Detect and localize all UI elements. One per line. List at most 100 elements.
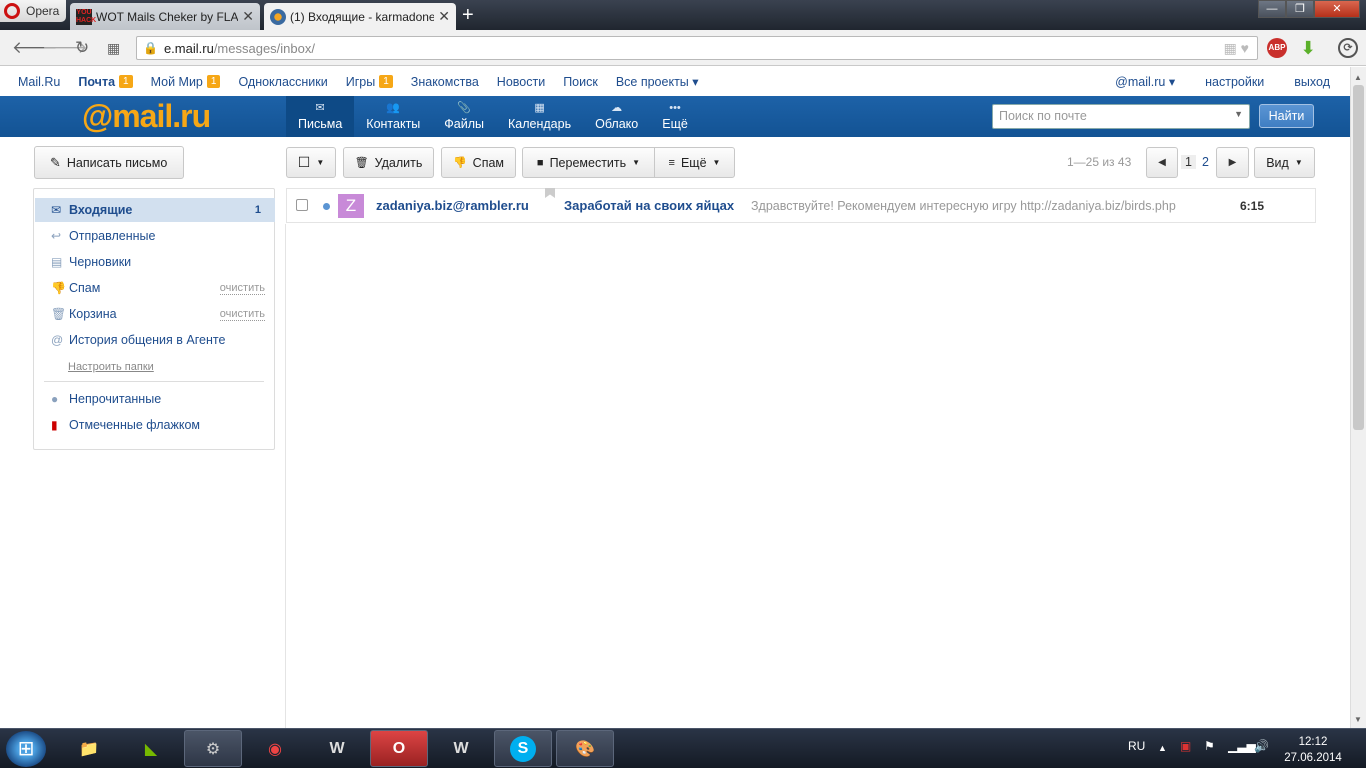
- skype-icon[interactable]: S: [494, 730, 552, 767]
- unread-dot-icon[interactable]: [323, 203, 330, 210]
- action-center-flag-icon[interactable]: ⚑: [1204, 739, 1215, 753]
- opera-taskbar-icon[interactable]: O: [370, 730, 428, 767]
- tab-letters[interactable]: ✉ Письма: [286, 96, 355, 137]
- portal-link-myworld[interactable]: Мой Мир 1: [151, 75, 221, 89]
- portal-link-mailru[interactable]: Mail.Ru: [18, 75, 60, 89]
- cloud-icon: ☁: [611, 102, 623, 114]
- tab-files[interactable]: 📎 Файлы: [432, 96, 496, 137]
- drafts-icon: ▤: [51, 255, 63, 269]
- url-field[interactable]: 🔒 e.mail.ru/messages/inbox/ ▦ ♥: [136, 36, 1258, 60]
- folder-inbox[interactable]: ✉ Входящие 1: [35, 198, 275, 222]
- portal-link-news[interactable]: Новости: [497, 75, 545, 89]
- spam-button[interactable]: 👎 Спам: [441, 147, 516, 178]
- download-arrow-icon[interactable]: ⬇: [1298, 38, 1318, 58]
- filter-flagged[interactable]: ▮ Отмеченные флажком: [35, 413, 275, 437]
- opera-logo-icon: [4, 3, 20, 19]
- setup-folders-link[interactable]: Настроить папки: [68, 361, 154, 373]
- reload-icon[interactable]: ↻: [75, 38, 89, 58]
- settings-link[interactable]: настройки: [1205, 74, 1264, 89]
- system-clock[interactable]: 12:12 27.06.2014: [1282, 734, 1344, 766]
- folder-agent-history[interactable]: @ История общения в Агенте: [35, 328, 275, 352]
- world-of-tanks-icon[interactable]: W: [432, 730, 490, 767]
- volume-icon[interactable]: 🔊: [1254, 739, 1269, 753]
- portal-link-dating[interactable]: Знакомства: [411, 75, 479, 89]
- portal-link-label: Мой Мир: [150, 74, 203, 89]
- folder-sent[interactable]: ↩ Отправленные: [35, 224, 275, 248]
- opera-download-icon[interactable]: ⟳: [1338, 38, 1358, 58]
- language-indicator[interactable]: RU: [1128, 739, 1145, 753]
- page-number-link[interactable]: 2: [1202, 155, 1209, 169]
- chrome-icon[interactable]: ◉: [246, 730, 304, 767]
- portal-link-ok[interactable]: Одноклассники: [238, 75, 327, 89]
- folder-trash[interactable]: 🗑 Корзина очистить: [35, 302, 275, 326]
- network-signal-icon[interactable]: ▁▃▅: [1228, 739, 1256, 753]
- spam-label: Спам: [472, 155, 505, 170]
- next-page-button[interactable]: ▶: [1216, 147, 1249, 178]
- delete-button[interactable]: 🗑 Удалить: [343, 147, 434, 178]
- bookmark-heart-icon[interactable]: ▦ ♥: [1224, 40, 1249, 57]
- tab-more[interactable]: ••• Ещё: [650, 96, 700, 137]
- windows-start-icon[interactable]: ⊞: [6, 731, 46, 767]
- tab-cloud[interactable]: ☁ Облако: [583, 96, 650, 137]
- paperclip-icon: 📎: [457, 102, 471, 114]
- search-button[interactable]: Найти: [1259, 104, 1314, 128]
- close-window-icon[interactable]: ✕: [1314, 0, 1360, 18]
- inbox-icon: ✉: [51, 203, 62, 217]
- chevron-down-icon: ▼: [316, 158, 325, 167]
- counter-badge: 1: [206, 75, 221, 88]
- portal-link-label: Знакомства: [410, 74, 479, 89]
- folder-label: История общения в Агенте: [69, 333, 226, 347]
- page-range-info: 1—25 из 43: [1067, 155, 1132, 169]
- speed-dial-grid-icon[interactable]: ▦: [107, 38, 120, 58]
- explorer-folder-icon[interactable]: 📁: [60, 730, 118, 767]
- page-scrollbar[interactable]: ▲ ▼: [1350, 67, 1366, 728]
- close-tab-icon[interactable]: ✕: [438, 8, 450, 25]
- browser-tab-wot[interactable]: YOU HACK WOT Mails Cheker by FLAME ✕: [70, 3, 260, 30]
- tab-calendar[interactable]: ▦ Календарь: [496, 96, 583, 137]
- folder-drafts[interactable]: ▤ Черновики: [35, 250, 275, 274]
- maximize-icon[interactable]: ❐: [1286, 0, 1314, 18]
- opera-menu-button[interactable]: Opera: [0, 0, 66, 22]
- portal-link-mail[interactable]: Почта 1: [78, 75, 133, 89]
- adblock-plus-icon[interactable]: ABP: [1267, 38, 1287, 58]
- search-placeholder: Поиск по почте: [999, 109, 1087, 123]
- sent-icon: ↩: [51, 229, 62, 243]
- paint-icon[interactable]: 🎨: [556, 730, 614, 767]
- browser-tab-mail[interactable]: (1) Входящие - karmadone@mail.ru ✕: [264, 3, 456, 30]
- scrollbar-thumb[interactable]: [1353, 85, 1364, 430]
- minimize-icon[interactable]: —: [1258, 0, 1286, 18]
- clear-trash-link[interactable]: очистить: [219, 308, 265, 321]
- compose-button[interactable]: ✎ Написать письмо: [34, 146, 184, 179]
- logout-link[interactable]: выход: [1294, 74, 1330, 89]
- tab-contacts[interactable]: 👥 Контакты: [354, 96, 432, 137]
- new-tab-button[interactable]: +: [462, 4, 474, 26]
- message-row[interactable]: Z zadaniya.biz@rambler.ru Заработай на с…: [286, 188, 1316, 224]
- nvidia-icon[interactable]: ◣: [122, 730, 180, 767]
- close-tab-icon[interactable]: ✕: [242, 8, 254, 25]
- tray-expand-icon[interactable]: ▲: [1158, 743, 1167, 753]
- select-all-checkbox-dropdown[interactable]: ☐ ▼: [286, 147, 336, 178]
- tray-app-icon[interactable]: ▣: [1180, 739, 1191, 753]
- search-dropdown-icon[interactable]: ▼: [1234, 109, 1243, 119]
- portal-link-games[interactable]: Игры 1: [346, 75, 393, 89]
- portal-link-search[interactable]: Поиск: [563, 75, 598, 89]
- account-dropdown[interactable]: @mail.ru ▾: [1115, 74, 1175, 89]
- filter-unread[interactable]: ● Непрочитанные: [35, 387, 275, 411]
- move-button[interactable]: ■ Переместить ▼: [522, 147, 655, 178]
- view-dropdown[interactable]: Вид ▼: [1254, 147, 1315, 178]
- mailru-logo[interactable]: @mail.ru: [82, 98, 211, 134]
- mail-search-input[interactable]: Поиск по почте ▼: [992, 104, 1250, 129]
- portal-link-all-projects[interactable]: Все проекты ▾: [616, 74, 699, 89]
- more-actions-button[interactable]: ≡ Ещё ▼: [654, 147, 735, 178]
- address-bar-row: 🡐 🡒 ↻ ▦ 🔒 e.mail.ru/messages/inbox/ ▦ ♥ …: [0, 30, 1366, 66]
- steam-icon[interactable]: ⚙: [184, 730, 242, 767]
- world-of-tanks-icon[interactable]: W: [308, 730, 366, 767]
- message-checkbox[interactable]: [296, 199, 308, 211]
- tab-title: (1) Входящие - karmadone@mail.ru: [290, 9, 435, 24]
- flag-icon[interactable]: [545, 188, 555, 198]
- scroll-down-icon[interactable]: ▼: [1354, 715, 1362, 724]
- scroll-up-icon[interactable]: ▲: [1354, 73, 1362, 82]
- prev-page-button[interactable]: ◀: [1146, 147, 1178, 178]
- clear-spam-link[interactable]: очистить: [219, 282, 265, 295]
- folder-spam[interactable]: 👎 Спам очистить: [35, 276, 275, 300]
